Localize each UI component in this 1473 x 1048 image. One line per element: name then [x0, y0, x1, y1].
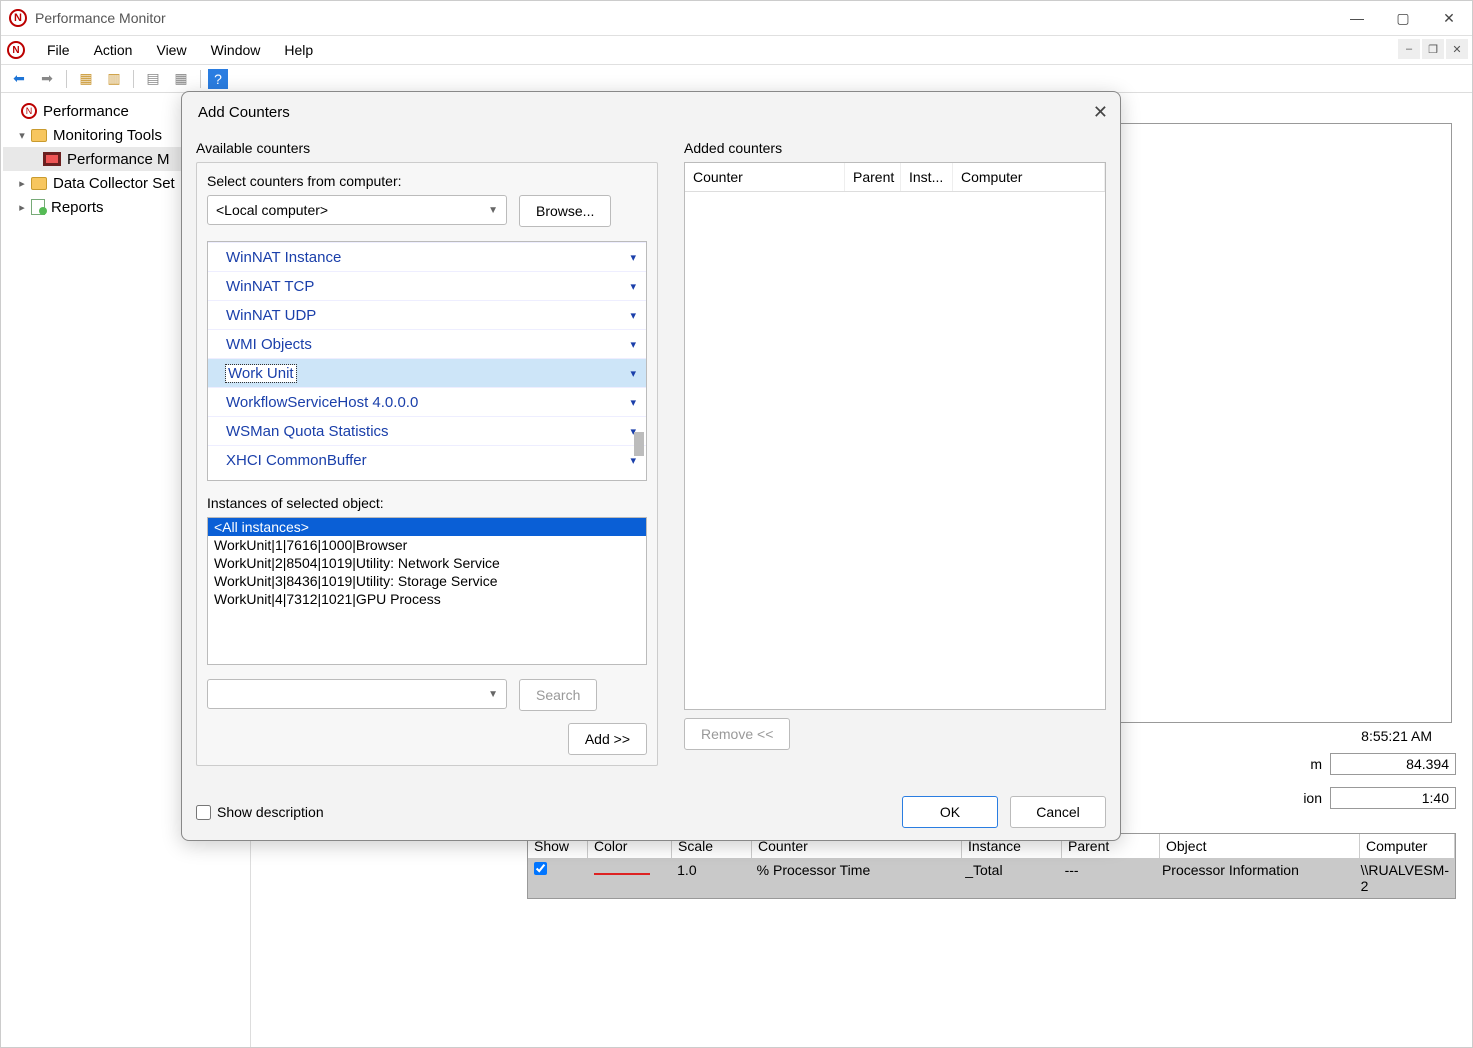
- chevron-down-icon: ▾: [630, 338, 636, 351]
- chevron-down-icon: ▾: [630, 280, 636, 293]
- chevron-down-icon: ▾: [630, 251, 636, 264]
- select-from-label: Select counters from computer:: [207, 173, 647, 189]
- added-col-inst[interactable]: Inst...: [901, 163, 953, 191]
- toolbar-btn-a[interactable]: ▤: [141, 68, 165, 90]
- menu-file[interactable]: File: [35, 38, 82, 62]
- instances-list[interactable]: <All instances>WorkUnit|1|7616|1000|Brow…: [207, 517, 647, 665]
- back-button[interactable]: ⬅: [7, 68, 31, 90]
- added-col-parent[interactable]: Parent: [845, 163, 901, 191]
- show-description-checkbox[interactable]: Show description: [196, 804, 324, 820]
- instances-label: Instances of selected object:: [207, 495, 647, 511]
- mdi-minimize-button[interactable]: –: [1398, 39, 1420, 59]
- chevron-down-icon: ▼: [488, 689, 498, 700]
- show-hide-tree-button[interactable]: ▦: [74, 68, 98, 90]
- chevron-down-icon: ▾: [630, 367, 636, 380]
- mdi-close-button[interactable]: ✕: [1446, 39, 1468, 59]
- mdi-restore-button[interactable]: ❐: [1422, 39, 1444, 59]
- perf-icon: N: [21, 103, 37, 119]
- counter-object-item[interactable]: WinNAT Instance▾: [208, 242, 646, 271]
- folder-icon: [31, 177, 47, 190]
- toolbar: ⬅ ➡ ▦ ▥ ▤ ▦ ?: [1, 65, 1472, 93]
- ok-button[interactable]: OK: [902, 796, 998, 828]
- added-counters-label: Added counters: [684, 140, 1106, 156]
- window-controls: — ▢ ✕: [1334, 1, 1472, 35]
- instance-item[interactable]: WorkUnit|4|7312|1021|GPU Process: [208, 590, 646, 608]
- counter-object-item[interactable]: WinNAT TCP▾: [208, 271, 646, 300]
- forward-button[interactable]: ➡: [35, 68, 59, 90]
- instance-search-combo[interactable]: ▼: [207, 679, 507, 709]
- legend-show-checkbox[interactable]: [534, 862, 547, 875]
- add-button[interactable]: Add >>: [568, 723, 647, 755]
- added-counters-list[interactable]: Counter Parent Inst... Computer: [684, 162, 1106, 710]
- chart-timestamp: 8:55:21 AM: [1361, 728, 1432, 744]
- counter-object-item[interactable]: WorkflowServiceHost 4.0.0.0▾: [208, 387, 646, 416]
- legend-color-swatch: [594, 873, 650, 875]
- app-icon-small: N: [7, 41, 25, 59]
- dialog-close-button[interactable]: ✕: [1093, 102, 1108, 123]
- app-title: Performance Monitor: [35, 10, 166, 26]
- add-counters-dialog: Add Counters ✕ Available counters Select…: [181, 91, 1121, 841]
- chevron-down-icon: ▼: [488, 205, 498, 216]
- menubar: N File Action View Window Help: [1, 35, 1472, 65]
- stat-value-1: 84.394: [1330, 753, 1456, 775]
- close-button[interactable]: ✕: [1426, 1, 1472, 35]
- reports-icon: [31, 199, 45, 215]
- instance-item[interactable]: WorkUnit|1|7616|1000|Browser: [208, 536, 646, 554]
- app-icon: N: [9, 9, 27, 27]
- legend-table[interactable]: Show Color Scale Counter Instance Parent…: [527, 833, 1456, 899]
- titlebar: N Performance Monitor — ▢ ✕: [1, 1, 1472, 35]
- search-button[interactable]: Search: [519, 679, 597, 711]
- counter-object-item[interactable]: XHCI CommonBuffer▾: [208, 445, 646, 474]
- browse-button[interactable]: Browse...: [519, 195, 611, 227]
- dialog-title: Add Counters: [182, 92, 1120, 132]
- stats-row-2: ion 1:40: [1303, 787, 1456, 809]
- stats-row-1: m 84.394: [1310, 753, 1456, 775]
- minimize-button[interactable]: —: [1334, 1, 1380, 35]
- computer-combo[interactable]: <Local computer> ▼: [207, 195, 507, 225]
- available-counters-label: Available counters: [196, 140, 658, 156]
- counter-object-list[interactable]: WinNAT Instance▾WinNAT TCP▾WinNAT UDP▾WM…: [207, 241, 647, 481]
- counter-object-item[interactable]: WMI Objects▾: [208, 329, 646, 358]
- legend-row[interactable]: 1.0 % Processor Time _Total --- Processo…: [528, 858, 1455, 898]
- stat-value-2: 1:40: [1330, 787, 1456, 809]
- chevron-down-icon: ▾: [630, 396, 636, 409]
- available-frame: Select counters from computer: <Local co…: [196, 162, 658, 766]
- counter-object-item[interactable]: WSMan Quota Statistics▾: [208, 416, 646, 445]
- chart-icon: [43, 152, 61, 166]
- app-window: N Performance Monitor — ▢ ✕ N File Actio…: [0, 0, 1473, 1048]
- maximize-button[interactable]: ▢: [1380, 1, 1426, 35]
- toolbar-btn-b[interactable]: ▦: [169, 68, 193, 90]
- cancel-button[interactable]: Cancel: [1010, 796, 1106, 828]
- menu-window[interactable]: Window: [199, 38, 273, 62]
- remove-button[interactable]: Remove <<: [684, 718, 790, 750]
- counter-object-item[interactable]: WinNAT UDP▾: [208, 300, 646, 329]
- help-button[interactable]: ?: [208, 69, 228, 89]
- added-col-counter[interactable]: Counter: [685, 163, 845, 191]
- properties-button[interactable]: ▥: [102, 68, 126, 90]
- added-col-computer[interactable]: Computer: [953, 163, 1105, 191]
- instance-item[interactable]: <All instances>: [208, 518, 646, 536]
- menu-view[interactable]: View: [144, 38, 198, 62]
- instance-item[interactable]: WorkUnit|2|8504|1019|Utility: Network Se…: [208, 554, 646, 572]
- counter-object-item[interactable]: Work Unit▾: [208, 358, 646, 387]
- menu-help[interactable]: Help: [272, 38, 325, 62]
- chevron-down-icon: ▾: [630, 309, 636, 322]
- instance-item[interactable]: WorkUnit|3|8436|1019|Utility: Storage Se…: [208, 572, 646, 590]
- scrollbar-thumb[interactable]: [634, 432, 644, 456]
- folder-icon: [31, 129, 47, 142]
- mdi-controls: – ❐ ✕: [1398, 39, 1468, 59]
- menu-action[interactable]: Action: [82, 38, 145, 62]
